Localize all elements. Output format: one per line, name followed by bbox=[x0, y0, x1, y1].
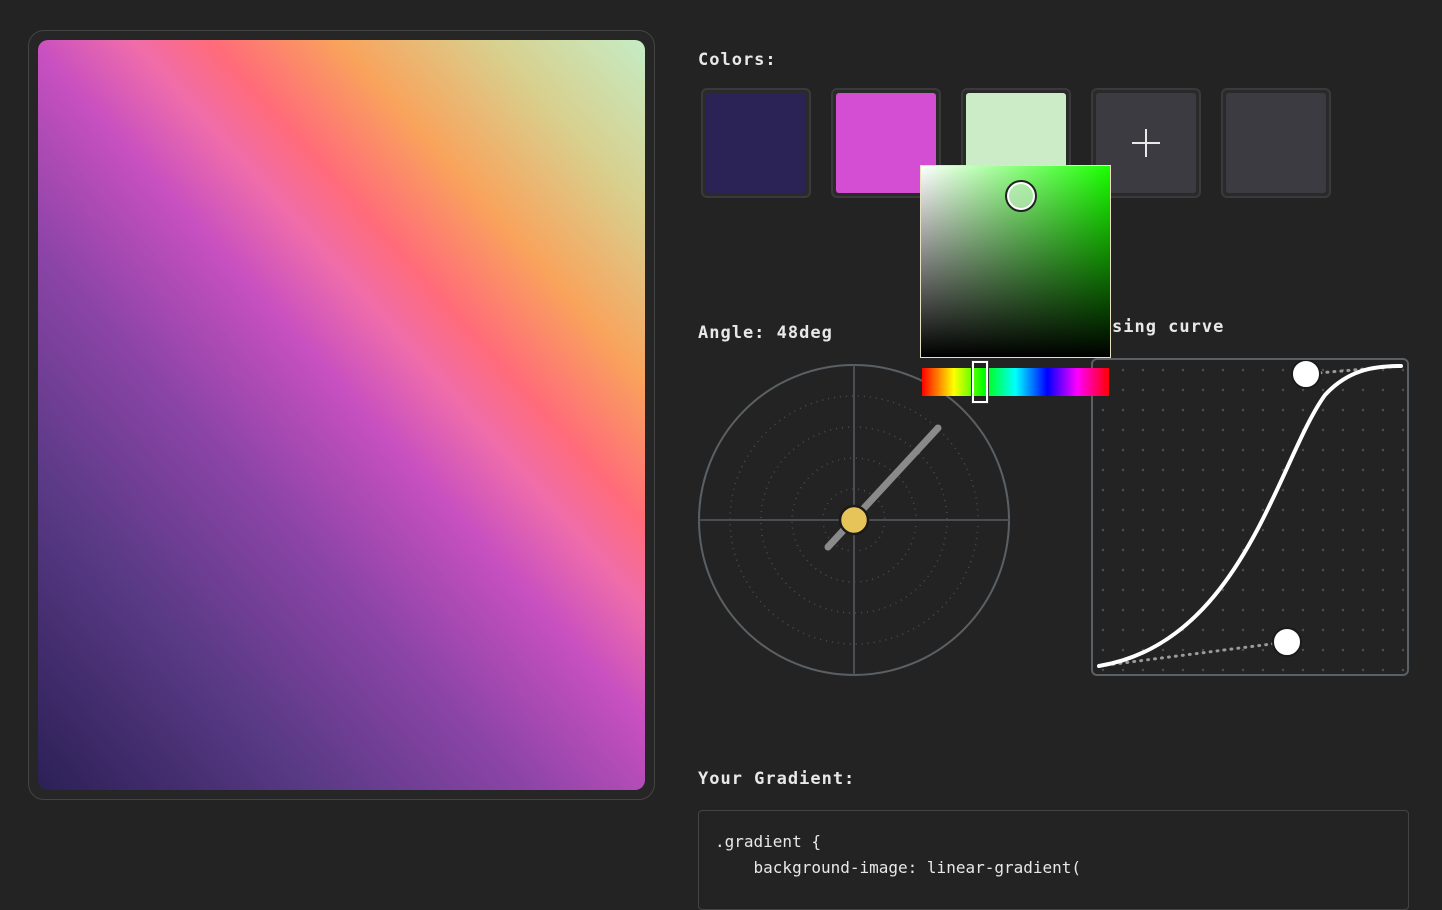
plus-icon bbox=[1132, 129, 1160, 157]
angle-dial[interactable] bbox=[697, 363, 1011, 677]
color-swatch-1[interactable] bbox=[701, 88, 811, 198]
easing-curve-graph bbox=[1093, 360, 1407, 674]
easing-handle-start[interactable] bbox=[1272, 627, 1302, 657]
your-gradient-label: Your Gradient: bbox=[698, 769, 856, 789]
gradient-preview-frame bbox=[28, 30, 655, 800]
saturation-value-handle[interactable] bbox=[1005, 180, 1037, 212]
empty-color-slot[interactable] bbox=[1221, 88, 1331, 198]
saturation-value-picker[interactable] bbox=[920, 165, 1111, 358]
color-swatch-1-fill bbox=[706, 93, 806, 193]
easing-curve-label: sing curve bbox=[1112, 317, 1225, 337]
hue-slider[interactable] bbox=[922, 361, 1109, 403]
angle-label: Angle: 48deg bbox=[698, 323, 833, 343]
easing-curve-panel[interactable] bbox=[1091, 358, 1409, 676]
gradient-code-output[interactable]: .gradient { background-image: linear-gra… bbox=[698, 810, 1409, 910]
angle-handle[interactable] bbox=[838, 504, 870, 536]
code-line-1: .gradient { bbox=[715, 832, 821, 851]
empty-color-slot-fill bbox=[1226, 93, 1326, 193]
easing-handle-end[interactable] bbox=[1291, 360, 1321, 389]
colors-label: Colors: bbox=[698, 50, 777, 70]
gradient-preview bbox=[38, 40, 645, 790]
hue-slider-handle[interactable] bbox=[972, 361, 988, 403]
code-line-2: background-image: linear-gradient( bbox=[715, 858, 1082, 877]
